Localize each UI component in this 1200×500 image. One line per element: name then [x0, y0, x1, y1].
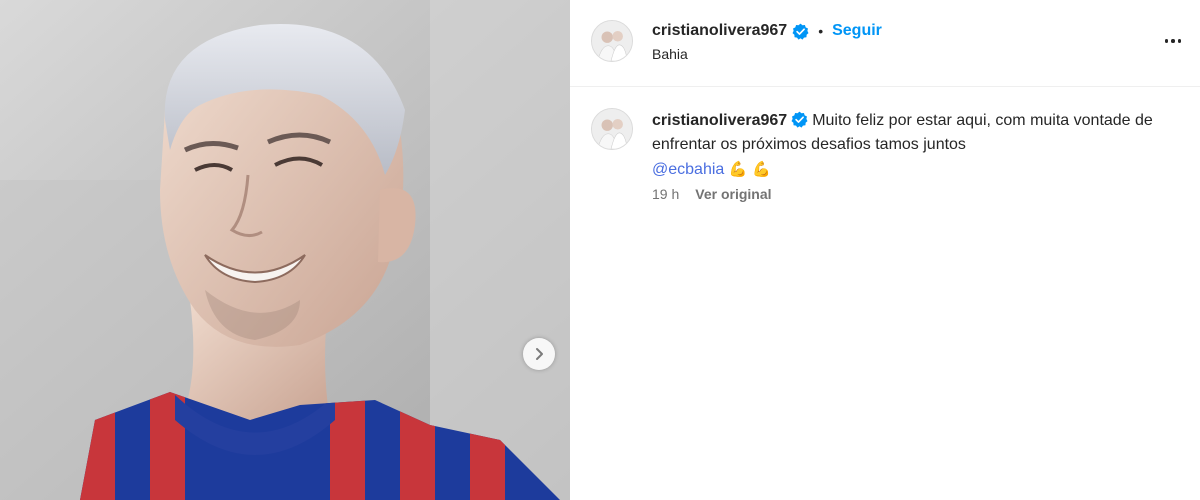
- post-header: cristianolivera967 • Seguir Bahia: [570, 0, 1200, 87]
- see-original-button[interactable]: Ver original: [695, 186, 771, 202]
- follow-button[interactable]: Seguir: [832, 22, 882, 40]
- caption-meta: 19 h Ver original: [652, 186, 772, 202]
- flexed-biceps-emoji: 💪 💪: [728, 160, 771, 178]
- chevron-right-icon: [536, 348, 543, 360]
- post-photo: [0, 0, 570, 500]
- more-dot: [1177, 39, 1182, 43]
- caption-username-link[interactable]: cristianolivera967: [652, 112, 787, 129]
- location-link[interactable]: Bahia: [652, 46, 688, 62]
- post-media[interactable]: [0, 0, 570, 500]
- more-dot: [1171, 39, 1175, 43]
- profile-picture: [592, 21, 632, 61]
- caption-avatar[interactable]: [591, 108, 633, 150]
- more-options-icon[interactable]: [1160, 30, 1186, 52]
- profile-picture: [592, 109, 632, 149]
- mention-link[interactable]: @ecbahia: [652, 161, 724, 178]
- avatar[interactable]: [591, 20, 633, 62]
- post-timestamp[interactable]: 19 h: [652, 186, 679, 202]
- post-side-panel: cristianolivera967 • Seguir Bahia cristi…: [570, 0, 1200, 500]
- verified-badge-icon: [792, 23, 809, 40]
- username-link[interactable]: cristianolivera967: [652, 22, 787, 40]
- caption-text: cristianolivera967 Muito feliz por estar…: [652, 109, 1172, 182]
- verified-badge-icon: [791, 111, 808, 128]
- more-dot: [1164, 39, 1169, 43]
- separator-dot: •: [818, 23, 824, 39]
- next-media-button[interactable]: [523, 338, 555, 370]
